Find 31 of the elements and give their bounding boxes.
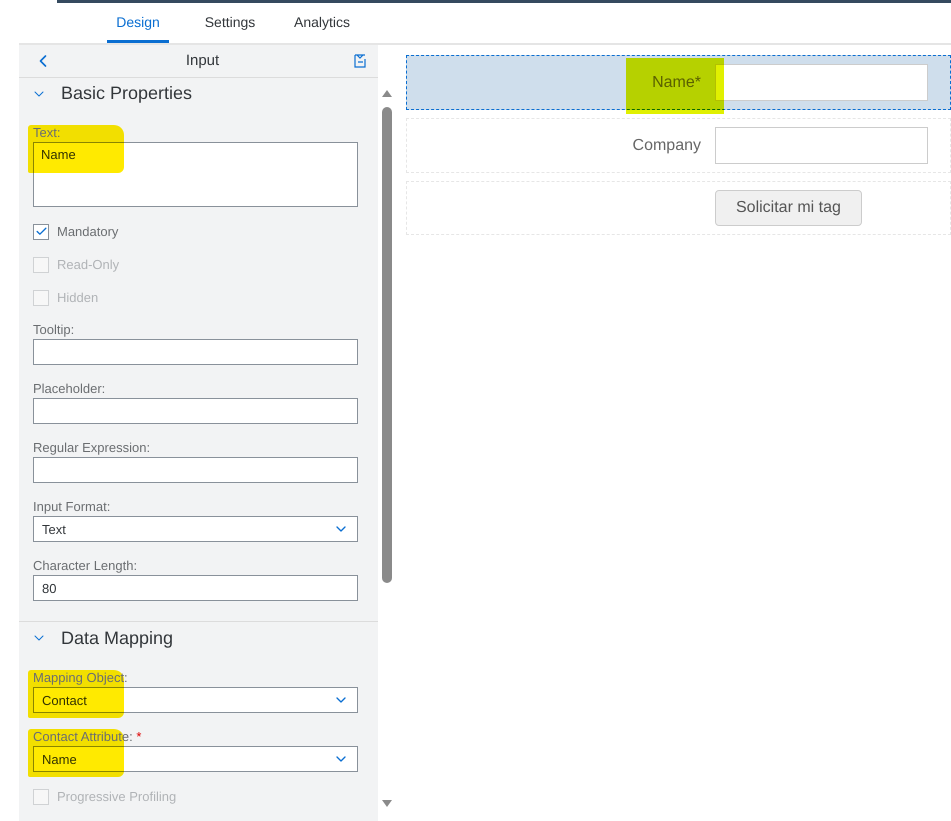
checkbox[interactable] [33,224,49,240]
input-field[interactable] [715,127,928,164]
input-field[interactable] [33,339,358,366]
section-title: Data Mapping [61,628,174,649]
field-label: Placeholder: [33,381,106,398]
text-area[interactable]: Name [33,142,358,208]
input-field[interactable]: 80 [33,575,358,602]
field-label: Character Length: [33,558,138,574]
collapse-button[interactable] [352,52,368,69]
checkbox-label: Hidden [57,290,98,306]
checkbox-label: Mandatory [57,224,118,240]
dropdown-field[interactable]: Text [33,516,358,542]
panel-title: Input [186,52,220,70]
input-field[interactable] [33,398,358,424]
tab[interactable]: Analytics [291,3,353,43]
form-label: Company [632,136,701,154]
section-title: Basic Properties [61,83,192,104]
field-label: Text: [33,125,60,142]
checkbox-label: Progressive Profiling [57,789,176,804]
tab[interactable]: Settings [199,3,261,43]
form-label: Name* [652,74,701,92]
field-label: Input Format: [33,499,110,516]
checkbox-label: Read-Only [57,257,120,272]
field-label: Regular Expression: [33,440,150,456]
input-field[interactable] [33,457,358,484]
field-label: Tooltip: [33,322,74,338]
submit-button[interactable]: Solicitar mi tag [715,190,862,226]
form-row[interactable]: Company [406,118,951,173]
input-field[interactable] [715,64,928,101]
required-mark: * [135,729,142,744]
form-row[interactable]: Solicitar mi tag [406,181,951,235]
